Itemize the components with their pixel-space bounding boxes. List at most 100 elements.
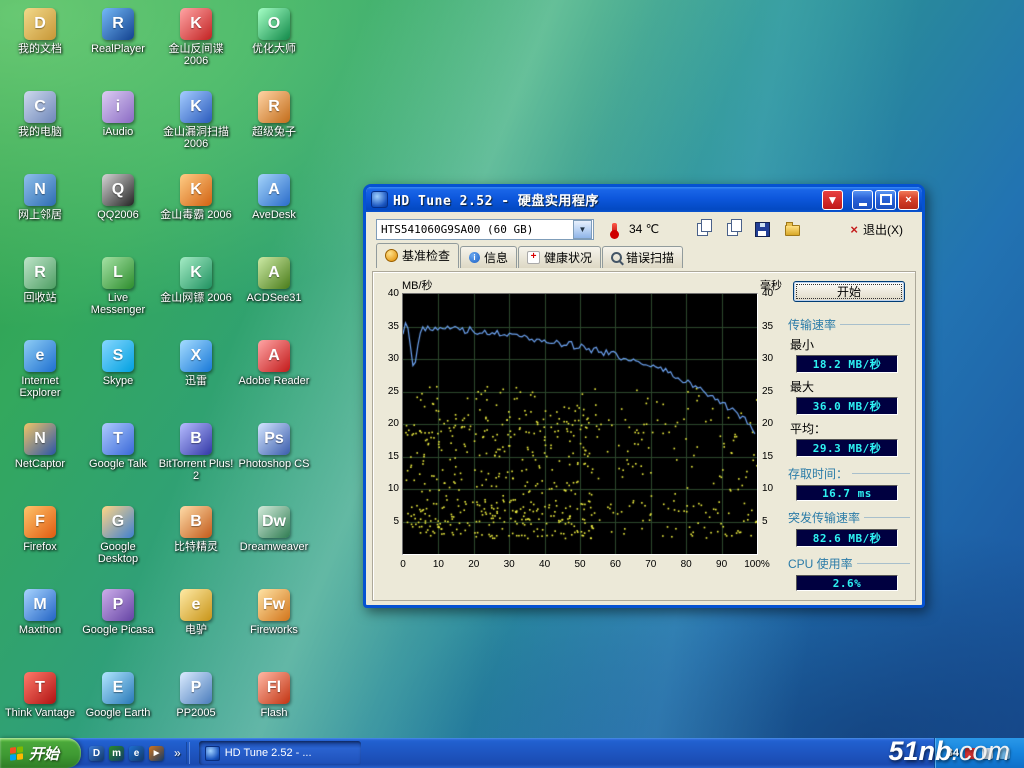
- quick-launch-expand-chevron[interactable]: »: [172, 746, 183, 760]
- start-button[interactable]: 开始: [0, 738, 81, 768]
- desktop-icon-avedesk[interactable]: AAveDesk: [236, 174, 312, 221]
- desktop-icon-label: iAudio: [103, 126, 134, 138]
- burst-rate-value: 82.6 MB/秒: [796, 529, 898, 547]
- start-benchmark-button[interactable]: 开始: [793, 281, 905, 302]
- y-tick-l-15: 15: [378, 451, 399, 462]
- y-tick-r-40: 40: [762, 288, 783, 299]
- desktop-icon-realplayer[interactable]: R RealPlayer: [80, 8, 156, 55]
- desktop-icon-youhua-dashi[interactable]: O优化大师: [236, 8, 312, 55]
- quick-launch: Dme ►: [81, 738, 172, 768]
- desktop-icon-my-computer[interactable]: C我的电脑: [2, 91, 78, 138]
- copy-screenshot-button[interactable]: [721, 219, 743, 239]
- tray-volume-icon[interactable]: [982, 748, 993, 759]
- close-button[interactable]: ×: [898, 190, 919, 210]
- desktop-icon-xunlei[interactable]: X迅雷: [158, 340, 234, 387]
- desktop-icon-label: PP2005: [176, 707, 215, 719]
- desktop-icon-label: 金山漏洞扫描 2006: [158, 126, 234, 150]
- desktop-icon-super-rabbit[interactable]: R超级兔子: [236, 91, 312, 138]
- desktop-icon-kingsoft-netshield-2006[interactable]: K金山网镖 2006: [158, 257, 234, 304]
- desktop-icon-maxthon[interactable]: MMaxthon: [2, 589, 78, 636]
- qq2006-icon: Q: [102, 174, 134, 206]
- desktop-icon-bitspirit[interactable]: B比特精灵: [158, 506, 234, 553]
- desktop-icon-live-messenger[interactable]: LLive Messenger: [80, 257, 156, 316]
- tray-network-icon[interactable]: [999, 748, 1010, 759]
- desktop-icon-google-desktop[interactable]: GGoogle Desktop: [80, 506, 156, 565]
- desktop-icon-google-talk[interactable]: T Google Talk: [80, 423, 156, 470]
- desktop-icon-label: 金山反间谍 2006: [158, 43, 234, 67]
- desktop-icon-internet-explorer[interactable]: eInternet Explorer: [2, 340, 78, 399]
- tray-kingsoft-antivirus-icon[interactable]: [965, 748, 976, 759]
- tab-info[interactable]: i信息: [460, 246, 517, 268]
- desktop-icon-google-picasa[interactable]: PGoogle Picasa: [80, 589, 156, 636]
- exit-button[interactable]: × 退出(X): [841, 218, 912, 241]
- desktop-icon-kingsoft-duba-2006[interactable]: K金山毒霸 2006: [158, 174, 234, 221]
- desktop-icon-label: Google Picasa: [82, 624, 154, 636]
- desktop-icon-emule[interactable]: e电驴: [158, 589, 234, 636]
- quicklaunch-messenger-icon[interactable]: m: [109, 746, 124, 761]
- xunlei-icon: X: [180, 340, 212, 372]
- desktop-icon-pp2005[interactable]: P PP2005: [158, 672, 234, 719]
- desktop-icon-skype[interactable]: SSkype: [80, 340, 156, 387]
- x-tick-80: 80: [681, 559, 692, 570]
- dreamweaver-icon: Dw: [258, 506, 290, 538]
- benchmark-chart: [402, 293, 758, 555]
- realplayer-icon: R: [102, 8, 134, 40]
- x-tick-10: 10: [433, 559, 444, 570]
- x-tick-30: 30: [504, 559, 515, 570]
- taskbar-button-hdtune[interactable]: HD Tune 2.52 - ...: [199, 741, 361, 765]
- desktop-icon-label: Fireworks: [250, 624, 298, 636]
- minimize-button[interactable]: [852, 190, 873, 210]
- desktop-icon-label: Live Messenger: [80, 292, 156, 316]
- google-earth-icon: E: [102, 672, 134, 704]
- desktop-icon-recycle-bin[interactable]: R回收站: [2, 257, 78, 304]
- desktop-icon-label: 比特精灵: [174, 541, 218, 553]
- quicklaunch-media-player-icon[interactable]: ►: [149, 746, 164, 761]
- drive-select[interactable]: HTS541060G9SA00 (60 GB) ▼: [376, 219, 594, 240]
- desktop-icon-label: QQ2006: [97, 209, 139, 221]
- desktop-icon-label: Google Talk: [89, 458, 147, 470]
- desktop-icon-label: ACDSee31: [246, 292, 301, 304]
- desktop-icon-label: Firefox: [23, 541, 57, 553]
- desktop-icon-photoshop-cs[interactable]: PsPhotoshop CS: [236, 423, 312, 470]
- capture-arrow-button[interactable]: ▼: [822, 190, 843, 210]
- desktop-icon-label: Flash: [261, 707, 288, 719]
- desktop-icon-kingsoft-vulnscan-2006[interactable]: K金山漏洞扫描 2006: [158, 91, 234, 150]
- desktop-icon-label: RealPlayer: [91, 43, 145, 55]
- drive-select-value: HTS541060G9SA00 (60 GB): [377, 223, 572, 236]
- iaudio-icon: i: [102, 91, 134, 123]
- cpu-usage-header: CPU 使用率: [788, 555, 910, 572]
- y-tick-r-15: 15: [762, 451, 783, 462]
- y-tick-l-20: 20: [378, 418, 399, 429]
- tab-benchmark[interactable]: 基准检查: [376, 243, 459, 268]
- desktop-icon-fireworks[interactable]: FwFireworks: [236, 589, 312, 636]
- access-time-value: 16.7 ms: [796, 485, 898, 501]
- desktop-icon-iaudio[interactable]: i iAudio: [80, 91, 156, 138]
- maximize-button[interactable]: [875, 190, 896, 210]
- desktop-icon-firefox[interactable]: FFirefox: [2, 506, 78, 553]
- desktop-icon-think-vantage[interactable]: TThink Vantage: [2, 672, 78, 719]
- quicklaunch-internet-explorer-icon[interactable]: e: [129, 746, 144, 761]
- pp2005-icon: P: [180, 672, 212, 704]
- desktop-icon-my-documents[interactable]: D我的文档: [2, 8, 78, 55]
- google-talk-icon: T: [102, 423, 134, 455]
- tab-label: 信息: [484, 249, 508, 266]
- y-tick-r-5: 5: [762, 516, 783, 527]
- desktop-icon-bittorrent-plus-2[interactable]: BBitTorrent Plus! 2: [158, 423, 234, 482]
- copy-text-button[interactable]: [691, 219, 713, 239]
- open-folder-button[interactable]: [781, 219, 803, 239]
- quicklaunch-show-desktop-icon[interactable]: D: [89, 746, 104, 761]
- window-titlebar[interactable]: HD Tune 2.52 - 硬盘实用程序 ▼ ×: [366, 187, 922, 212]
- desktop-icon-label: 优化大师: [252, 43, 296, 55]
- desktop-icon-dreamweaver[interactable]: DwDreamweaver: [236, 506, 312, 553]
- desktop-icon-network-places[interactable]: N网上邻居: [2, 174, 78, 221]
- desktop-icon-google-earth[interactable]: EGoogle Earth: [80, 672, 156, 719]
- desktop-icon-netcaptor[interactable]: NNetCaptor: [2, 423, 78, 470]
- desktop-icon-kingsoft-antispy-2006[interactable]: K金山反间谍 2006: [158, 8, 234, 67]
- save-screenshot-button[interactable]: [751, 219, 773, 239]
- tab-error-scan[interactable]: 错误扫描: [602, 246, 683, 268]
- desktop-icon-qq2006[interactable]: Q QQ2006: [80, 174, 156, 221]
- tab-health[interactable]: +健康状况: [518, 246, 601, 268]
- desktop-icon-adobe-reader[interactable]: AAdobe Reader: [236, 340, 312, 387]
- desktop-icon-flash[interactable]: FlFlash: [236, 672, 312, 719]
- desktop-icon-acdsee31[interactable]: AACDSee31: [236, 257, 312, 304]
